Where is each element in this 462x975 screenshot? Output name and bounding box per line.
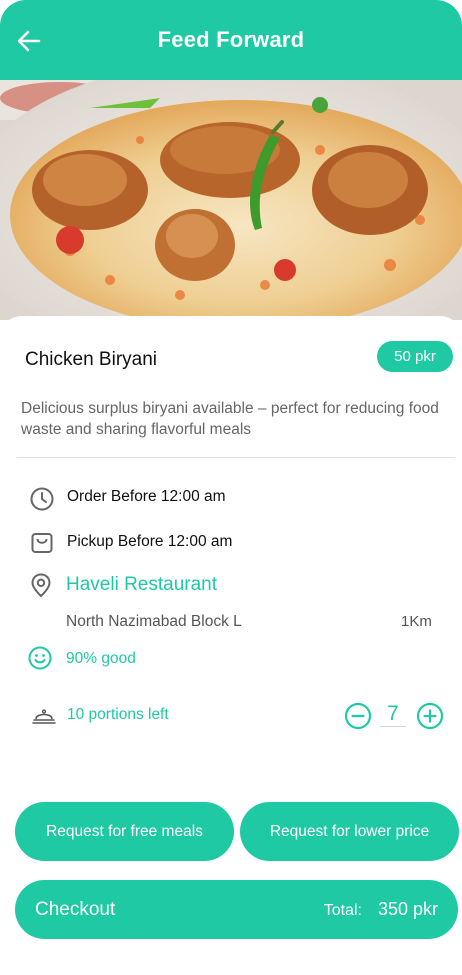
arrow-left-icon: [17, 30, 41, 52]
request-free-meals-button[interactable]: Request for free meals: [15, 802, 234, 861]
food-image: [0, 80, 462, 320]
food-cloche-icon: [32, 709, 56, 724]
dish-description: Delicious surplus biryani available – pe…: [21, 400, 439, 438]
distance-text: 1Km: [401, 613, 432, 630]
pickup-before-text: Pickup Before 12:00 am: [67, 533, 233, 550]
divider: [17, 457, 455, 458]
total-label: Total:: [323, 902, 362, 919]
request-lower-price-button[interactable]: Request for lower price: [240, 802, 459, 861]
shopping-bag-icon: [31, 533, 53, 553]
total-summary: Total: 350 pkr: [324, 899, 438, 920]
app-header: Feed Forward: [0, 0, 462, 80]
order-before-text: Order Before 12:00 am: [67, 488, 226, 505]
portions-left-text: 10 portions left: [67, 706, 169, 723]
restaurant-link[interactable]: Haveli Restaurant: [66, 574, 217, 596]
quantity-value[interactable]: 7: [380, 702, 406, 727]
page-title: Feed Forward: [157, 27, 305, 52]
location-pin-icon: [31, 573, 51, 598]
decrease-quantity-button[interactable]: [344, 702, 372, 730]
total-value: 350 pkr: [377, 899, 438, 919]
clock-icon: [30, 487, 54, 511]
smiley-icon: [28, 646, 52, 670]
rating-text: 90% good: [66, 650, 136, 667]
checkout-button[interactable]: Checkout Total: 350 pkr: [15, 880, 458, 939]
checkout-label: Checkout: [35, 898, 116, 920]
dish-name: Chicken Biryani: [25, 349, 157, 370]
increase-quantity-button[interactable]: [416, 702, 444, 730]
price-badge: 50 pkr: [377, 341, 453, 372]
restaurant-address: North Nazimabad Block L: [66, 613, 242, 630]
back-button[interactable]: [14, 26, 44, 56]
